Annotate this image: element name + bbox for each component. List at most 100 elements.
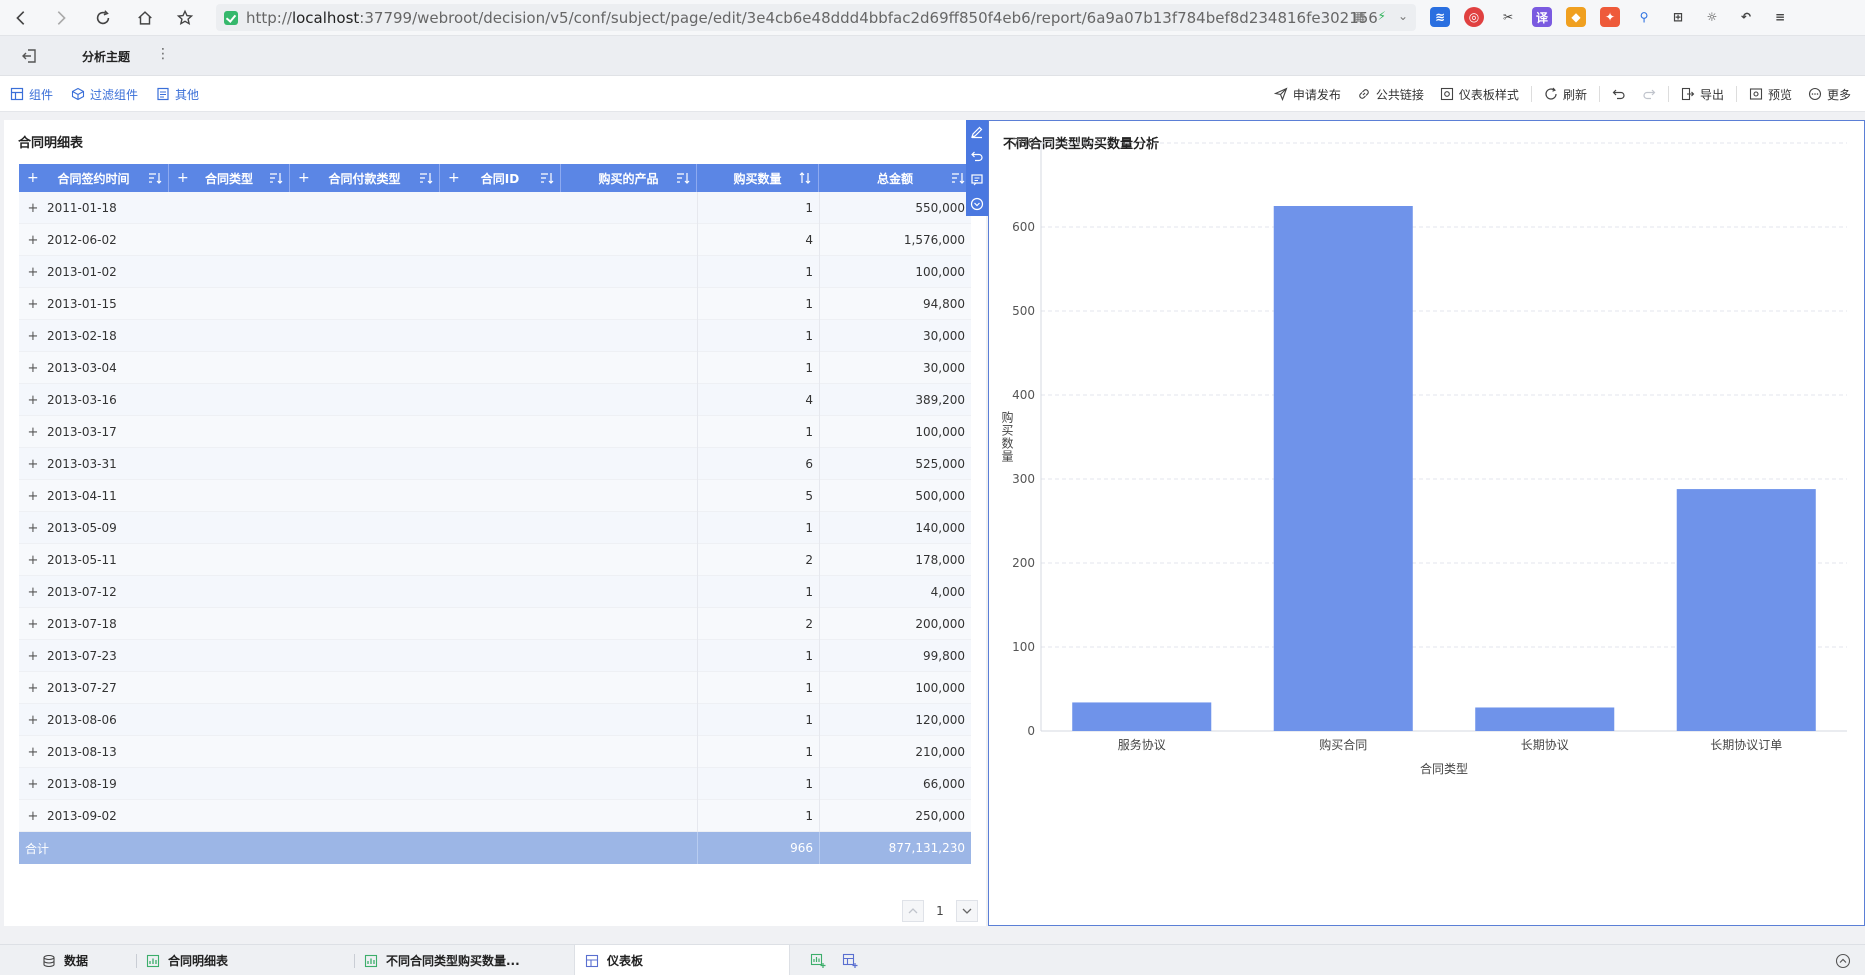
table-row[interactable]: +2013-01-15 1 94,800	[19, 288, 971, 320]
column-header-product[interactable]: 购买的产品	[561, 164, 697, 192]
refresh-button[interactable]: 刷新	[1536, 86, 1595, 103]
collapse-circle-icon[interactable]	[970, 197, 984, 211]
row-expand-plus-icon[interactable]: +	[19, 713, 47, 728]
public-link-button[interactable]: 公共链接	[1349, 86, 1432, 103]
table-row[interactable]: +2013-03-31 6 525,000	[19, 448, 971, 480]
collapse-up-icon[interactable]	[1835, 953, 1851, 969]
export-button[interactable]: 导出	[1673, 86, 1732, 103]
grid-apps-icon[interactable]: ⊞	[1668, 7, 1688, 27]
contract-detail-widget[interactable]: 合同明细表 + 合同签约时间 + 合同类型 + 合同付款类型 + 合同ID 购买…	[4, 120, 986, 926]
row-expand-plus-icon[interactable]: +	[19, 489, 47, 504]
row-expand-plus-icon[interactable]: +	[19, 777, 47, 792]
comment-icon[interactable]	[970, 173, 984, 187]
table-row[interactable]: +2013-07-18 2 200,000	[19, 608, 971, 640]
table-row[interactable]: +2013-01-02 1 100,000	[19, 256, 971, 288]
add-dashboard-icon[interactable]	[842, 953, 858, 969]
qr-code-icon[interactable]: ▦	[1354, 9, 1365, 23]
translate-icon[interactable]: 译	[1532, 7, 1552, 27]
row-expand-plus-icon[interactable]: +	[19, 361, 47, 376]
row-expand-plus-icon[interactable]: +	[19, 297, 47, 312]
brightness-icon[interactable]: ☼	[1702, 7, 1722, 27]
table-row[interactable]: +2013-08-13 1 210,000	[19, 736, 971, 768]
address-bar[interactable]: http://localhost:37799/webroot/decision/…	[216, 4, 1416, 31]
bookmark-star-icon[interactable]	[168, 1, 202, 35]
other-button[interactable]: 其他	[156, 86, 199, 103]
extension-layers-icon[interactable]: ≋	[1430, 7, 1450, 27]
undo-arrow-icon[interactable]	[970, 149, 984, 163]
row-expand-plus-icon[interactable]: +	[19, 681, 47, 696]
page-up-button[interactable]	[902, 900, 924, 922]
back-arrow-icon[interactable]	[4, 1, 38, 35]
table-row[interactable]: +2013-09-02 1 250,000	[19, 800, 971, 832]
table-row[interactable]: +2013-08-06 1 120,000	[19, 704, 971, 736]
subject-tab-title[interactable]: 分析主题	[82, 48, 130, 65]
sort-icon[interactable]	[148, 171, 162, 185]
redo-button[interactable]	[1634, 87, 1664, 101]
row-expand-plus-icon[interactable]: +	[19, 265, 47, 280]
add-component-icon[interactable]	[810, 953, 826, 969]
preview-button[interactable]: 预览	[1741, 86, 1800, 103]
undo-button[interactable]	[1604, 87, 1634, 101]
forward-arrow-icon[interactable]	[44, 1, 78, 35]
column-header-contract-type[interactable]: + 合同类型	[169, 164, 290, 192]
undo-history-icon[interactable]: ↶	[1736, 7, 1756, 27]
data-tab[interactable]: 数据	[42, 945, 88, 975]
row-expand-plus-icon[interactable]: +	[19, 329, 47, 344]
table-row[interactable]: +2013-05-09 1 140,000	[19, 512, 971, 544]
publish-request-button[interactable]: 申请发布	[1266, 86, 1349, 103]
filter-component-button[interactable]: 过滤组件	[71, 86, 138, 103]
sort-icon[interactable]	[269, 171, 283, 185]
column-header-contract-id[interactable]: + 合同ID	[440, 164, 561, 192]
table-row[interactable]: +2013-05-11 2 178,000	[19, 544, 971, 576]
table-row[interactable]: +2013-03-04 1 30,000	[19, 352, 971, 384]
page-down-button[interactable]	[956, 900, 978, 922]
more-button[interactable]: 更多	[1800, 86, 1859, 103]
sort-icon[interactable]	[419, 171, 433, 185]
sort-icon[interactable]	[676, 171, 690, 185]
row-expand-plus-icon[interactable]: +	[19, 201, 47, 216]
row-expand-plus-icon[interactable]: +	[19, 585, 47, 600]
row-expand-plus-icon[interactable]: +	[19, 745, 47, 760]
search-extension-icon[interactable]: ⚲	[1634, 7, 1654, 27]
chart-component-tab[interactable]: 不同合同类型购买数量...	[364, 945, 520, 975]
row-expand-plus-icon[interactable]: +	[19, 425, 47, 440]
column-header-total-amount[interactable]: 总金额	[819, 164, 971, 192]
row-expand-plus-icon[interactable]: +	[19, 393, 47, 408]
chevron-down-icon[interactable]: ⌄	[1398, 9, 1408, 23]
edit-pencil-icon[interactable]	[970, 125, 984, 139]
table-row[interactable]: +2013-08-19 1 66,000	[19, 768, 971, 800]
row-expand-plus-icon[interactable]: +	[19, 233, 47, 248]
column-header-sign-date[interactable]: + 合同签约时间	[19, 164, 169, 192]
component-button[interactable]: 组件	[10, 86, 53, 103]
table-row[interactable]: +2013-07-12 1 4,000	[19, 576, 971, 608]
sort-icon[interactable]	[798, 171, 812, 185]
expand-plus-icon[interactable]: +	[448, 170, 460, 186]
reload-icon[interactable]	[86, 1, 120, 35]
shield-extension-icon[interactable]: ◆	[1566, 7, 1586, 27]
table-row[interactable]: +2013-07-27 1 100,000	[19, 672, 971, 704]
more-options-icon[interactable]: ⋮	[156, 46, 170, 62]
dashboard-tab[interactable]: 仪表板	[574, 945, 790, 975]
scissors-icon[interactable]: ✂	[1498, 7, 1518, 27]
dashboard-style-button[interactable]: 仪表板样式	[1432, 86, 1527, 103]
table-row[interactable]: +2013-03-16 4 389,200	[19, 384, 971, 416]
row-expand-plus-icon[interactable]: +	[19, 649, 47, 664]
column-header-payment-type[interactable]: + 合同付款类型	[290, 164, 440, 192]
contract-type-chart-widget[interactable]: 不同合同类型购买数量分析 0 100 200 300 400 500 600 700 服务协议购…	[988, 120, 1865, 926]
row-expand-plus-icon[interactable]: +	[19, 553, 47, 568]
expand-plus-icon[interactable]: +	[177, 170, 189, 186]
expand-plus-icon[interactable]: +	[298, 170, 310, 186]
table-row[interactable]: +2011-01-18 1 550,000	[19, 192, 971, 224]
exit-icon[interactable]	[20, 46, 40, 66]
menu-icon[interactable]: ≡	[1770, 7, 1790, 27]
sort-icon[interactable]	[951, 171, 965, 185]
row-expand-plus-icon[interactable]: +	[19, 457, 47, 472]
sort-icon[interactable]	[540, 171, 554, 185]
expand-plus-icon[interactable]: +	[27, 170, 39, 186]
row-expand-plus-icon[interactable]: +	[19, 521, 47, 536]
extension-record-icon[interactable]: ◎	[1464, 7, 1484, 27]
column-header-quantity[interactable]: 购买数量	[697, 164, 819, 192]
row-expand-plus-icon[interactable]: +	[19, 809, 47, 824]
lightning-icon[interactable]: ⚡	[1378, 9, 1386, 23]
table-component-tab[interactable]: 合同明细表	[146, 945, 228, 975]
